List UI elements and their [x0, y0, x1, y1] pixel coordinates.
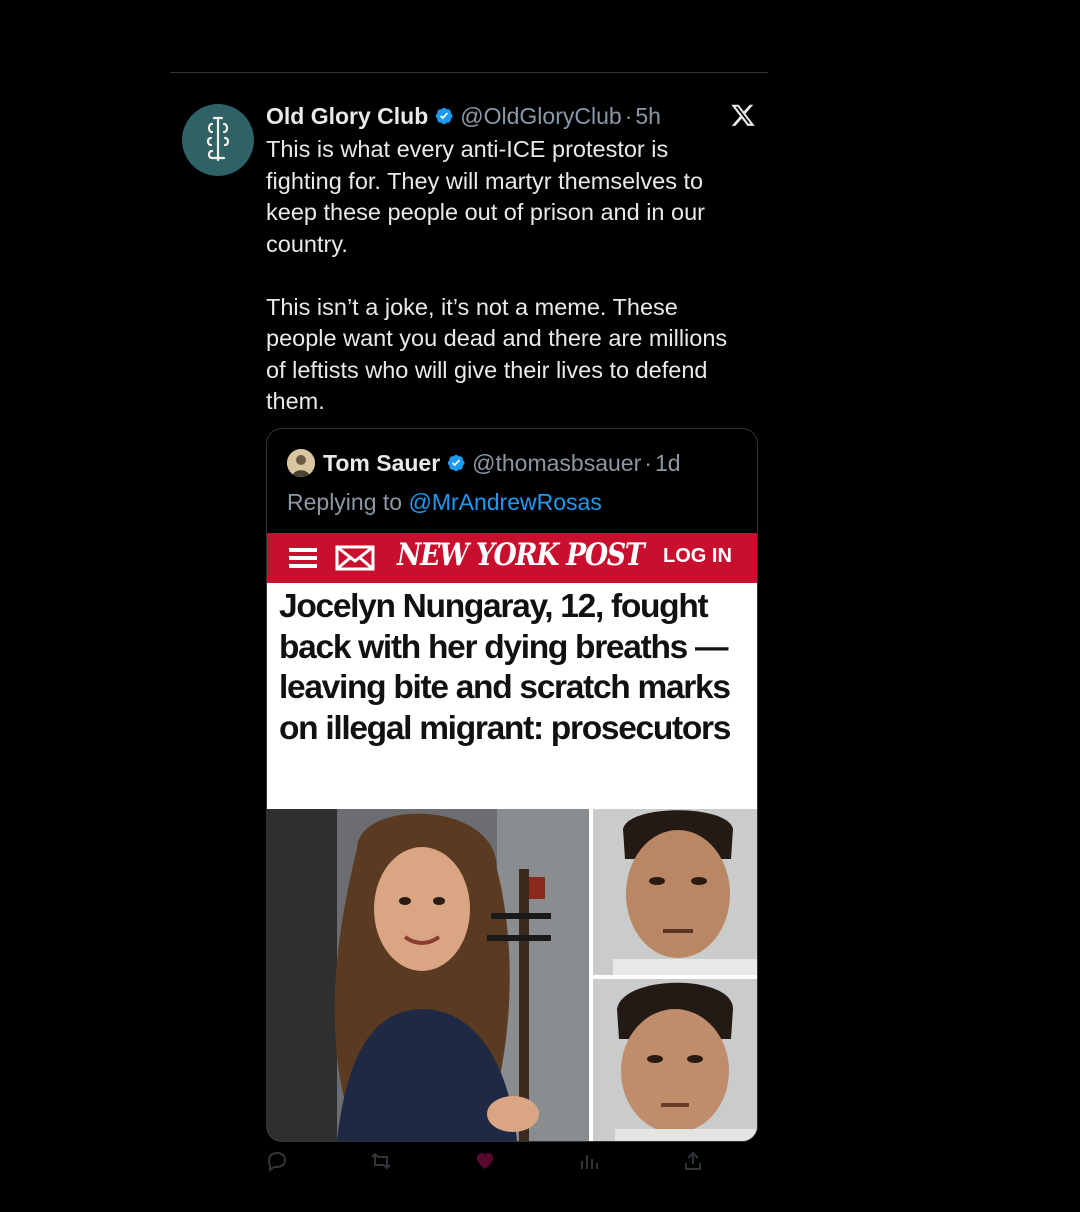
- replying-to-line: Replying to @MrAndrewRosas: [287, 489, 602, 516]
- quoted-tweet[interactable]: Tom Sauer @thomasbsauer · 1d Replying to…: [266, 428, 758, 1142]
- retweet-icon: [371, 1152, 391, 1170]
- share-icon: [685, 1151, 701, 1170]
- tweet-time[interactable]: 5h: [635, 103, 661, 130]
- tweet-header: Old Glory Club @OldGloryClub · 5h: [266, 100, 756, 132]
- nyp-masthead: NEW YORK POST: [397, 537, 645, 573]
- author-handle[interactable]: @OldGloryClub: [460, 103, 621, 130]
- article-headline-area: Jocelyn Nungaray, 12, fought back with h…: [267, 583, 757, 809]
- quote-time[interactable]: 1d: [655, 450, 681, 477]
- mugshot-2-illustration: [593, 979, 757, 1141]
- mugshot-2-photo: [593, 979, 757, 1141]
- reply-icon: [267, 1151, 287, 1172]
- tweet-actions: [266, 1150, 756, 1180]
- author-name[interactable]: Old Glory Club: [266, 103, 428, 130]
- girl-with-cello-photo: [267, 809, 589, 1141]
- quote-header: Tom Sauer @thomasbsauer · 1d: [287, 449, 681, 477]
- verified-badge-icon: [447, 454, 465, 472]
- quote-author-name[interactable]: Tom Sauer: [323, 450, 440, 477]
- verified-badge-icon: [436, 107, 453, 125]
- x-logo-icon: [731, 104, 755, 126]
- ogc-monogram-icon: [206, 116, 230, 162]
- nyp-login-link[interactable]: LOG IN: [663, 545, 732, 568]
- article-photos[interactable]: [267, 809, 757, 1141]
- share-button[interactable]: [682, 1150, 704, 1172]
- replying-to-mention[interactable]: @MrAndrewRosas: [408, 489, 601, 515]
- article-headline: Jocelyn Nungaray, 12, fought back with h…: [279, 588, 731, 747]
- like-button[interactable]: [474, 1150, 496, 1172]
- like-icon: [477, 1153, 493, 1169]
- views-icon: [581, 1155, 598, 1169]
- retweet-button[interactable]: [370, 1150, 392, 1172]
- views-button[interactable]: [578, 1150, 600, 1172]
- menu-icon: [289, 548, 317, 568]
- mugshot-1-illustration: [593, 809, 757, 975]
- old-glory-club-avatar[interactable]: [182, 104, 254, 176]
- top-divider: [170, 72, 768, 73]
- person-silhouette-icon: [287, 449, 315, 477]
- nyp-header-bar: NEW YORK POST LOG IN: [267, 533, 757, 583]
- replying-prefix: Replying to: [287, 489, 409, 515]
- girl-with-cello-illustration: [267, 809, 589, 1141]
- tweet-text: This is what every anti-ICE protestor is…: [266, 136, 728, 414]
- separator-dot: ·: [624, 102, 633, 129]
- reply-button[interactable]: [266, 1150, 288, 1172]
- separator-dot: ·: [644, 449, 652, 476]
- quote-author-handle[interactable]: @thomasbsauer: [472, 450, 641, 477]
- mugshot-1-photo: [593, 809, 757, 975]
- tom-sauer-avatar[interactable]: [287, 449, 315, 477]
- mail-icon: [335, 545, 375, 571]
